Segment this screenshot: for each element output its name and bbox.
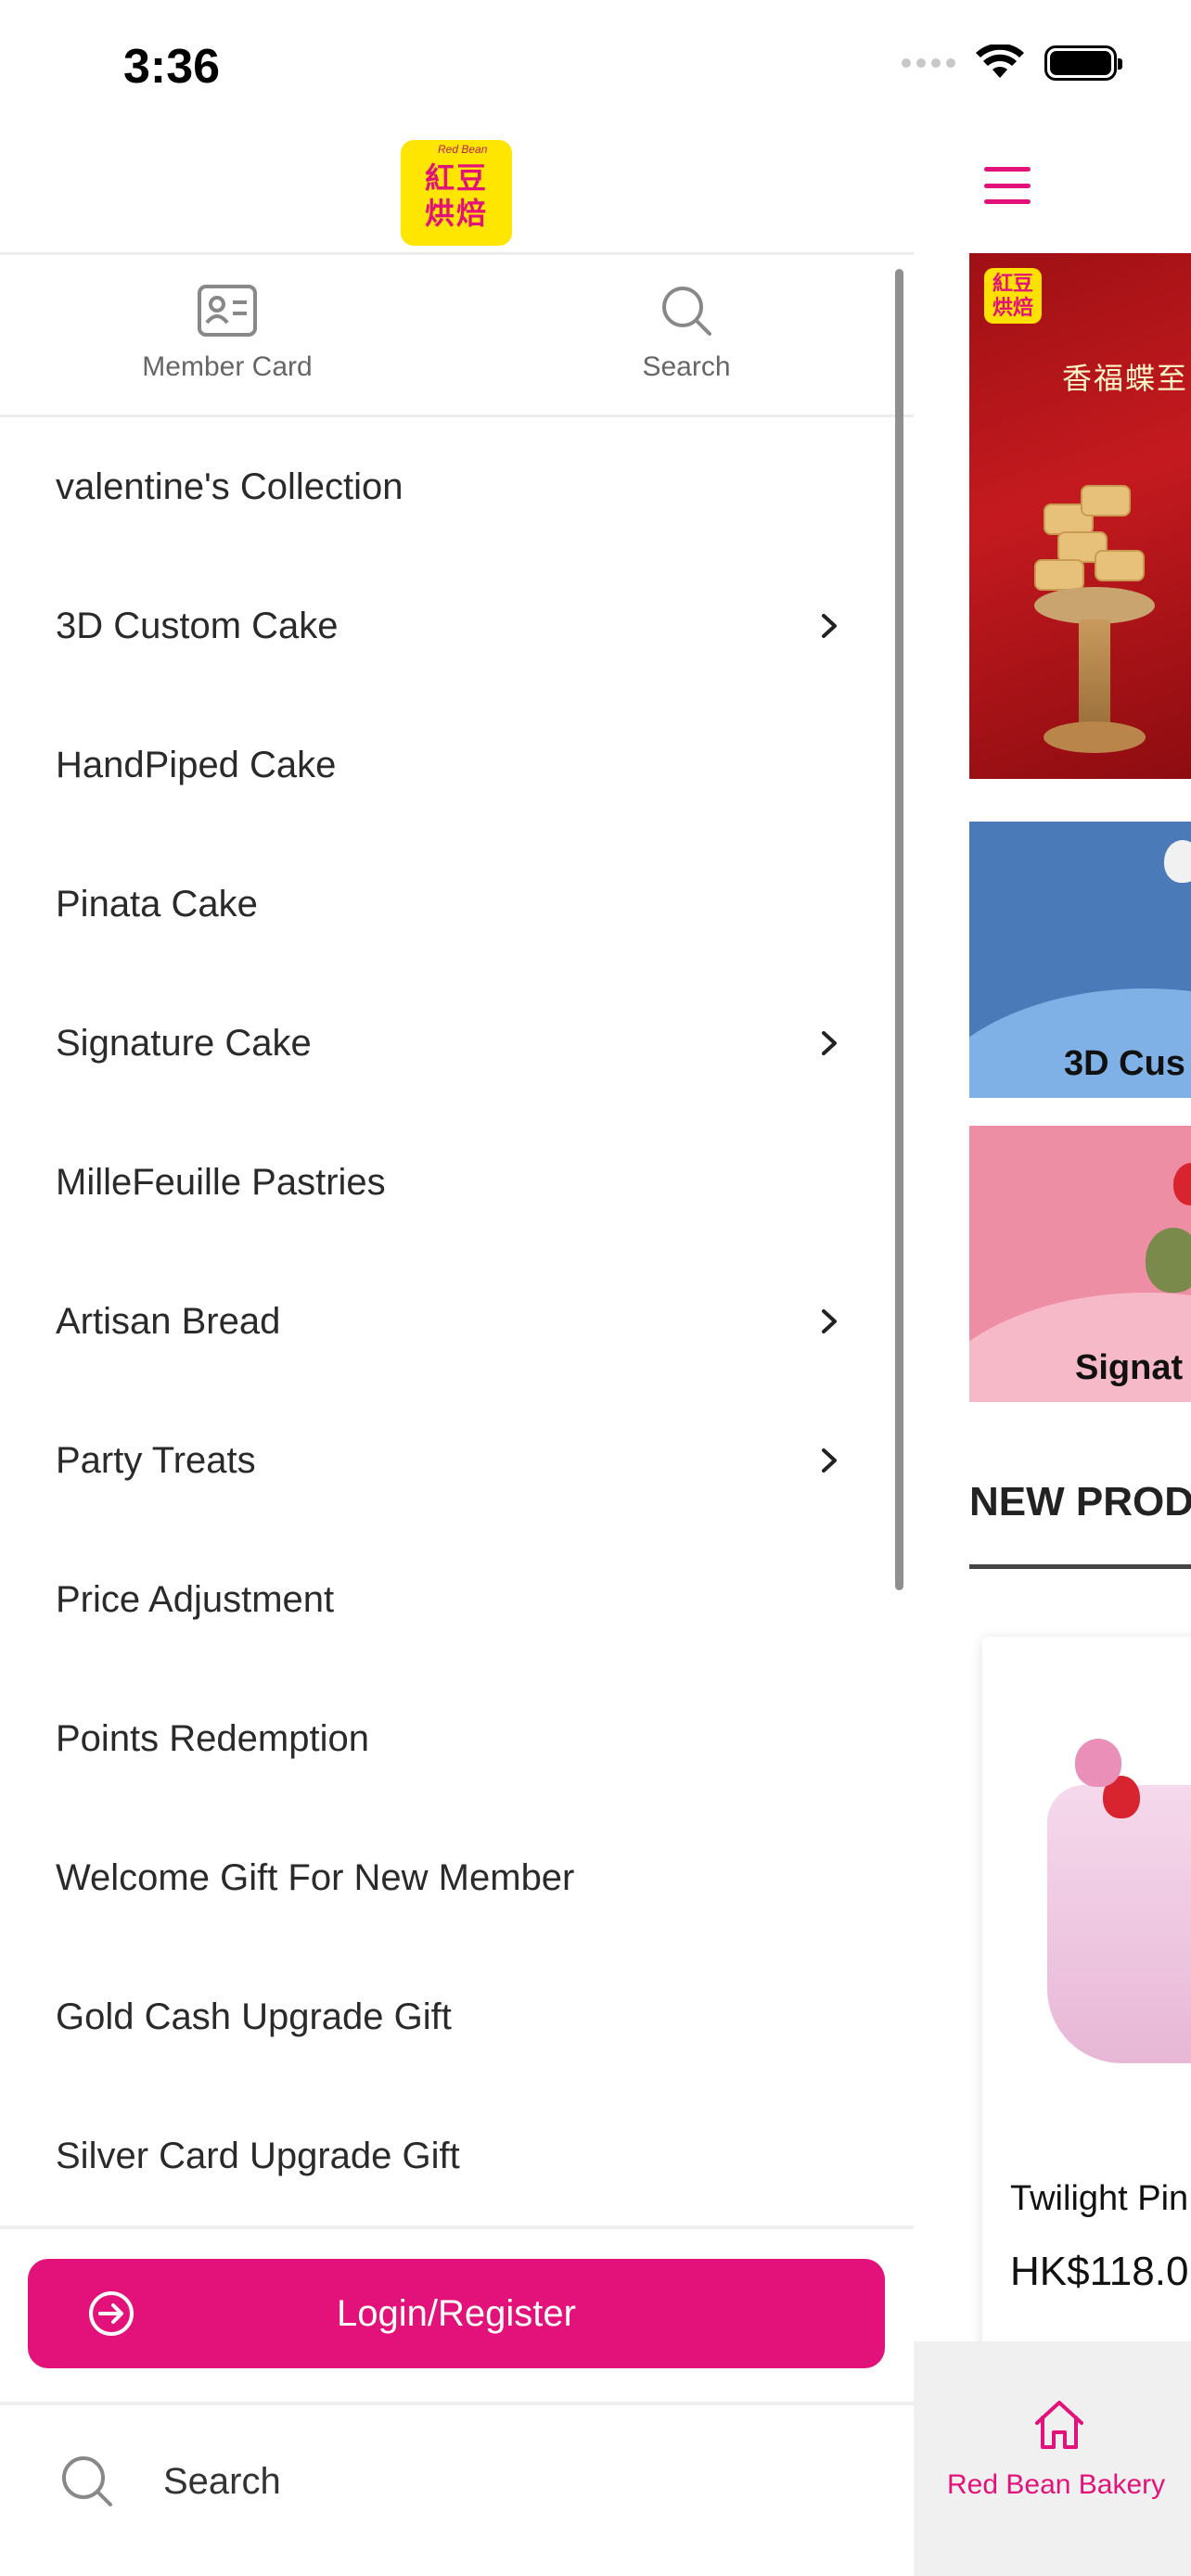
menu-item-label: Gold Cash Upgrade Gift — [56, 1996, 452, 2037]
chevron-right-icon — [822, 614, 837, 638]
menu-item-label: Welcome Gift For New Member — [56, 1856, 575, 1898]
promo-banner-1[interactable]: 紅豆 烘焙 香福蝶至·賀 — [969, 253, 1191, 779]
login-arrow-icon — [89, 2291, 134, 2336]
menu-item-label: MilleFeuille Pastries — [56, 1161, 386, 1203]
side-drawer: Red Bean 紅豆 烘焙 Member Card Search valent… — [0, 130, 914, 2576]
menu-item-label: Artisan Bread — [56, 1300, 281, 1342]
menu-item-handpiped-cake[interactable]: HandPiped Cake — [0, 695, 914, 835]
member-card-label: Member Card — [142, 351, 313, 382]
product-name: Twilight Pin — [1010, 2179, 1189, 2218]
wifi-icon — [976, 45, 1024, 78]
logo-line-1: 紅豆 — [424, 160, 488, 196]
menu-item-gold-cash-upgrade-gift[interactable]: Gold Cash Upgrade Gift — [0, 1947, 914, 2086]
menu-item-label: Party Treats — [56, 1439, 256, 1481]
menu-item-welcome-gift[interactable]: Welcome Gift For New Member — [0, 1808, 914, 1947]
menu-item-points-redemption[interactable]: Points Redemption — [0, 1669, 914, 1808]
menu-item-label: Signature Cake — [56, 1022, 312, 1064]
menu-item-label: 3D Custom Cake — [56, 605, 339, 646]
menu-item-label: valentine's Collection — [56, 465, 403, 507]
status-icons — [902, 45, 1122, 82]
battery-icon — [1044, 45, 1122, 81]
menu-item-price-adjustment[interactable]: Price Adjustment — [0, 1530, 914, 1669]
menu-item-label: Silver Card Upgrade Gift — [56, 2135, 460, 2176]
chevron-right-icon — [822, 1309, 837, 1333]
banner-label: 3D Cus — [1064, 1044, 1185, 1083]
menu-item-label: Points Redemption — [56, 1717, 369, 1759]
search-icon — [656, 283, 717, 338]
product-price: HK$118.0 — [1010, 2249, 1189, 2294]
home-icon[interactable] — [1031, 2397, 1087, 2453]
menu-item-label: Price Adjustment — [56, 1578, 335, 1620]
main-content: 紅豆 烘焙 香福蝶至·賀 3D Cus Signat NEW PROD Twil… — [914, 130, 1191, 2576]
logo-line-2: 烘焙 — [424, 196, 488, 231]
chevron-right-icon — [822, 1031, 837, 1055]
tab-label-home[interactable]: Red Bean Bakery — [947, 2469, 1165, 2501]
drawer-footer: Login/Register Search — [0, 2225, 914, 2576]
product-image — [1047, 1785, 1191, 2063]
menu-item-label: Pinata Cake — [56, 883, 258, 925]
drawer-header: Red Bean 紅豆 烘焙 — [0, 130, 914, 255]
pastry-piece — [1095, 550, 1145, 581]
login-register-label: Login/Register — [337, 2292, 576, 2334]
logo-small-text: Red Bean — [438, 143, 488, 156]
menu-item-artisan-bread[interactable]: Artisan Bread — [0, 1252, 914, 1391]
menu-item-millefeuille-pastries[interactable]: MilleFeuille Pastries — [0, 1113, 914, 1252]
pastry-piece — [1034, 559, 1084, 591]
cake-stand-stem — [1079, 619, 1110, 731]
category-menu: valentine's Collection 3D Custom Cake Ha… — [0, 417, 914, 2225]
section-title: NEW PROD — [969, 1479, 1191, 1524]
quick-actions: Member Card Search — [0, 255, 914, 417]
hamburger-menu-icon[interactable] — [984, 167, 1031, 204]
mini-logo-icon: 紅豆 烘焙 — [984, 268, 1042, 324]
footer-search-row[interactable]: Search — [0, 2405, 914, 2576]
menu-item-valentines-collection[interactable]: valentine's Collection — [0, 417, 914, 556]
category-banner-3d-custom[interactable]: 3D Cus — [969, 822, 1191, 1098]
status-time: 3:36 — [123, 40, 221, 94]
drawer-scrollbar[interactable] — [895, 269, 903, 1590]
banner-title: 香福蝶至·賀 — [1062, 361, 1191, 396]
menu-item-silver-card-upgrade-gift[interactable]: Silver Card Upgrade Gift — [0, 2086, 914, 2225]
signal-dots-icon — [902, 58, 955, 68]
pastry-piece — [1081, 485, 1131, 516]
login-register-button[interactable]: Login/Register — [28, 2259, 885, 2368]
menu-item-label: HandPiped Cake — [56, 744, 337, 785]
chevron-right-icon — [822, 1448, 837, 1473]
menu-item-3d-custom-cake[interactable]: 3D Custom Cake — [0, 556, 914, 695]
tab-bar: Red Bean Bakery — [914, 2341, 1191, 2576]
banner-label: Signat — [1075, 1348, 1184, 1387]
cake-stand-base — [1044, 721, 1146, 753]
search-button[interactable]: Search — [594, 255, 779, 413]
footer-search-label: Search — [163, 2461, 281, 2502]
heart-decoration — [1075, 1739, 1121, 1787]
member-card-icon — [197, 283, 258, 338]
status-bar: 3:36 — [0, 0, 1191, 130]
red-bean-bakery-logo[interactable]: Red Bean 紅豆 烘焙 — [401, 140, 512, 246]
member-card-button[interactable]: Member Card — [134, 255, 320, 413]
menu-item-signature-cake[interactable]: Signature Cake — [0, 974, 914, 1113]
menu-item-pinata-cake[interactable]: Pinata Cake — [0, 835, 914, 974]
menu-item-party-treats[interactable]: Party Treats — [0, 1391, 914, 1530]
search-label: Search — [642, 351, 731, 382]
cake-stand — [1034, 587, 1155, 624]
search-icon — [62, 2456, 112, 2506]
section-underline — [969, 1564, 1191, 1569]
category-banner-signature[interactable]: Signat — [969, 1126, 1191, 1402]
